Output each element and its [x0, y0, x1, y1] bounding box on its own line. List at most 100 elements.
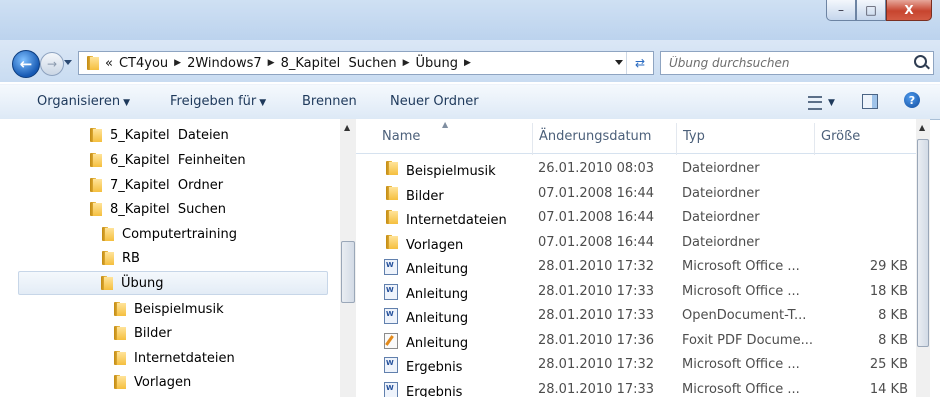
- address-bar[interactable]: « CT4you ▶ 2Windows7 ▶ 8_Kapitel Suchen …: [78, 51, 654, 75]
- breadcrumb-item[interactable]: 8_Kapitel Suchen: [281, 56, 397, 71]
- sidebar-item[interactable]: Internetdateien: [112, 346, 235, 370]
- table-row[interactable]: Vorlagen 07.01.2008 16:44 Dateiordner: [356, 231, 930, 255]
- search-box[interactable]: [660, 51, 934, 75]
- change-view-icon[interactable]: [808, 96, 822, 110]
- preview-pane-icon[interactable]: [862, 94, 878, 109]
- folder-icon: [112, 326, 126, 340]
- file-modified: 26.01.2010 08:03: [538, 161, 655, 176]
- sidebar-item[interactable]: Computertraining: [100, 222, 237, 246]
- sidebar-item[interactable]: RB: [100, 246, 140, 270]
- folder-icon: [88, 178, 102, 192]
- chevron-down-icon[interactable]: ▼: [828, 98, 835, 108]
- folder-icon: [88, 128, 102, 142]
- table-row[interactable]: Ergebnis 28.01.2010 17:33 Microsoft Office…: [356, 378, 930, 397]
- file-modified: 28.01.2010 17:32: [538, 357, 655, 372]
- table-row[interactable]: Anleitung 28.01.2010 17:33 OpenDocument-T.…: [356, 304, 930, 328]
- table-row[interactable]: Anleitung 28.01.2010 17:33 Microsoft Offic…: [356, 280, 930, 304]
- file-type: Microsoft Office ...: [682, 259, 800, 274]
- column-header-row: Name ▲ Änderungsdatum Typ Größe: [356, 119, 930, 155]
- recent-pages-dropdown-icon[interactable]: [64, 60, 72, 65]
- new-folder-button[interactable]: Neuer Ordner: [390, 94, 479, 109]
- folder-icon: [100, 251, 114, 265]
- column-header-modified[interactable]: Änderungsdatum: [532, 123, 651, 155]
- search-input[interactable]: [661, 52, 901, 74]
- word-document-icon: [384, 357, 398, 373]
- breadcrumb-item[interactable]: CT4you: [119, 56, 168, 71]
- file-name-cell: Vorlagen: [384, 234, 463, 253]
- file-modified: 28.01.2010 17:32: [538, 259, 655, 274]
- breadcrumb-overflow[interactable]: «: [105, 56, 113, 71]
- sidebar-item-label: 8_Kapitel Suchen: [110, 201, 226, 217]
- close-button[interactable]: X: [886, 0, 932, 21]
- file-name: Internetdateien: [406, 213, 507, 228]
- file-name-cell: Ergebnis: [384, 357, 462, 375]
- table-row[interactable]: Bilder 07.01.2008 16:44 Dateiordner: [356, 182, 930, 206]
- sidebar-item-selected[interactable]: Übung: [18, 271, 328, 295]
- organize-button[interactable]: Organisieren ▼: [37, 94, 130, 109]
- folder-icon: [85, 56, 99, 70]
- file-name-cell: Ergebnis: [384, 381, 462, 397]
- table-row[interactable]: Ergebnis 28.01.2010 17:32 Microsoft Office…: [356, 353, 930, 377]
- scroll-up-icon[interactable]: ▲: [919, 123, 925, 132]
- file-type: Dateiordner: [682, 161, 760, 176]
- address-row: ← → « CT4you ▶ 2Windows7 ▶ 8_Kapitel Suc…: [0, 40, 940, 82]
- folder-icon: [99, 276, 113, 290]
- sidebar-item[interactable]: Beispielmusik: [112, 297, 224, 321]
- maximize-button[interactable]: □: [856, 0, 886, 21]
- file-name: Beispielmusik: [406, 164, 496, 179]
- navigation-pane: 5_Kapitel Dateien 6_Kapitel Feinheiten 7…: [0, 119, 356, 397]
- folder-icon: [384, 234, 398, 249]
- nav-scrollbar[interactable]: ▲: [340, 119, 356, 397]
- scroll-up-icon[interactable]: ▲: [344, 123, 350, 132]
- breadcrumb-separator-icon[interactable]: ▶: [403, 58, 410, 68]
- window-controls: – □ X: [826, 0, 932, 21]
- content-scrollbar[interactable]: ▲: [916, 119, 930, 397]
- sidebar-item-label: RB: [122, 250, 140, 266]
- sidebar-item[interactable]: 8_Kapitel Suchen: [88, 197, 226, 221]
- file-modified: 07.01.2008 16:44: [538, 185, 655, 201]
- table-row[interactable]: Internetdateien 07.01.2008 16:44 Dateiordn…: [356, 206, 930, 230]
- column-header-size[interactable]: Größe: [814, 123, 860, 155]
- folder-icon: [384, 161, 398, 175]
- content-scroll-thumb[interactable]: [917, 139, 929, 347]
- search-icon[interactable]: [914, 55, 927, 68]
- file-modified: 28.01.2010 17:33: [538, 283, 655, 299]
- help-icon[interactable]: ?: [904, 92, 920, 108]
- sidebar-item-label: 7_Kapitel Ordner: [110, 177, 224, 193]
- sidebar-item[interactable]: Bilder: [112, 321, 172, 345]
- table-row[interactable]: Anleitung 28.01.2010 17:36 Foxit PDF Docum…: [356, 329, 930, 353]
- breadcrumb-separator-icon[interactable]: ▶: [464, 58, 471, 68]
- explorer-window: – □ X ← → « CT4you ▶ 2Windows7 ▶ 8_Kapit…: [0, 0, 940, 397]
- file-size: 14 KB: [869, 381, 908, 397]
- file-type: Microsoft Office ...: [682, 357, 800, 372]
- column-header-type[interactable]: Typ: [676, 123, 705, 155]
- file-size: 18 KB: [869, 283, 908, 299]
- share-with-button[interactable]: Freigeben für ▼: [170, 94, 266, 109]
- breadcrumb-item[interactable]: Übung: [415, 56, 458, 71]
- word-document-icon: [384, 283, 398, 300]
- sidebar-item[interactable]: 6_Kapitel Feinheiten: [88, 148, 246, 172]
- column-header-name[interactable]: Name: [376, 129, 420, 144]
- sidebar-item-label: Übung: [121, 275, 164, 291]
- sidebar-item[interactable]: Vorlagen: [112, 370, 191, 394]
- table-row[interactable]: Anleitung 28.01.2010 17:32 Microsoft Offic…: [356, 255, 930, 279]
- minimize-button[interactable]: –: [826, 0, 856, 21]
- sidebar-item[interactable]: 7_Kapitel Ordner: [88, 173, 223, 197]
- sidebar-item[interactable]: 5_Kapitel Dateien: [88, 123, 229, 147]
- sidebar-item-label: 5_Kapitel Dateien: [110, 127, 229, 143]
- address-dropdown-icon[interactable]: [615, 60, 623, 65]
- forward-arrow-icon[interactable]: →: [40, 52, 64, 76]
- file-name-cell: Anleitung: [384, 308, 468, 326]
- folder-icon: [384, 185, 398, 200]
- breadcrumb-item[interactable]: 2Windows7: [187, 56, 262, 71]
- title-bar: – □ X: [0, 0, 940, 40]
- folder-icon: [100, 227, 114, 241]
- table-row[interactable]: Beispielmusik 26.01.2010 08:03 Dateiordner: [356, 157, 930, 181]
- refresh-icon[interactable]: ⇄: [626, 52, 653, 74]
- sort-ascending-icon: ▲: [442, 120, 449, 129]
- nav-scroll-thumb[interactable]: [341, 241, 355, 303]
- burn-button[interactable]: Brennen: [302, 94, 357, 109]
- back-arrow-icon[interactable]: ←: [12, 50, 40, 78]
- breadcrumb-separator-icon[interactable]: ▶: [268, 58, 275, 68]
- breadcrumb-separator-icon[interactable]: ▶: [174, 58, 181, 68]
